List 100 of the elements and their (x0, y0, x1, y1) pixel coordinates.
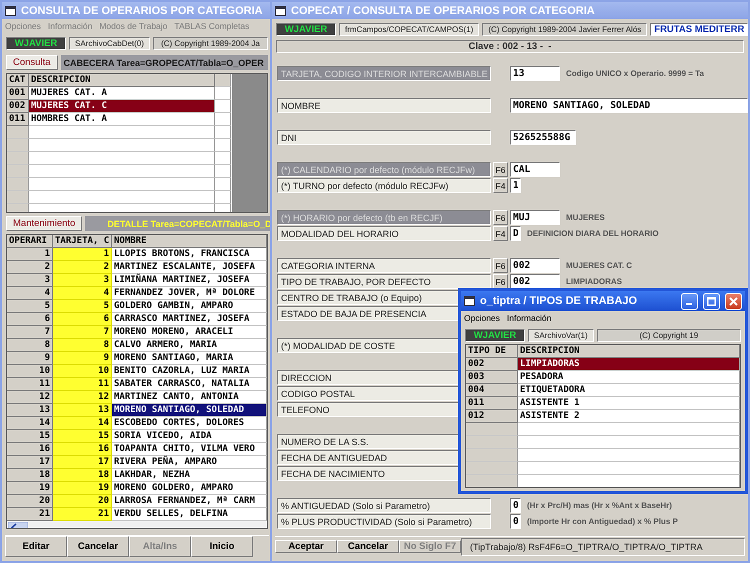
table-cell: 14 (53, 417, 112, 430)
window-icon (275, 6, 286, 16)
table-cell[interactable]: MORENO SANTIAGO, SOLEDAD (112, 404, 267, 417)
table-cell[interactable]: HOMBRES CAT. A (29, 113, 215, 126)
menu-item[interactable]: Información (506, 313, 552, 323)
table-cell[interactable]: MORENO MORENO, ARACELI (112, 326, 267, 339)
row-header[interactable]: 19 (7, 482, 53, 495)
function-key-button[interactable]: F6 (493, 258, 508, 273)
table-cell[interactable]: LARROSA FERNANDEZ, Mª CARM (112, 495, 267, 508)
field-note: LIMPIADORAS (566, 277, 622, 286)
table-cell[interactable]: VERDU SELLES, DELFINA (112, 508, 267, 521)
section-caption: CABECERA Tarea=GROPECAT/Tabla=O_OPER (60, 55, 268, 70)
field-label: (*) HORARIO por defecto (tb en RECJF) (277, 210, 491, 225)
table-cell[interactable]: CALVO ARMERO, MARIA (112, 339, 267, 352)
table-cell[interactable]: MORENO SANTIAGO, MARIA (112, 352, 267, 365)
table-cell[interactable]: MARTINEZ ESCALANTE, JOSEFA (112, 261, 267, 274)
row-header[interactable]: 2 (7, 261, 53, 274)
table-cell[interactable]: PESADORA (518, 371, 740, 384)
function-key-button[interactable]: F4 (493, 178, 508, 193)
table-cell[interactable]: MORENO GOLDERO, AMPARO (112, 482, 267, 495)
row-header[interactable]: 011 (7, 113, 29, 126)
function-key-button[interactable]: F4 (493, 226, 508, 241)
function-key-button[interactable]: F6 (493, 274, 508, 289)
table-cell[interactable]: MUJERES CAT. C (29, 100, 215, 113)
row-header[interactable]: 012 (466, 410, 518, 423)
function-key-button[interactable]: F6 (493, 162, 508, 177)
table-cell[interactable]: LAKHDAR, NEZHA (112, 469, 267, 482)
table-cell[interactable]: FERNANDEZ JOVER, Mª DOLORE (112, 287, 267, 300)
table-cell[interactable]: GOLDERO GAMBIN, AMPARO (112, 300, 267, 313)
row-header[interactable]: 8 (7, 339, 53, 352)
section-tab[interactable]: Consulta (6, 55, 58, 70)
row-header[interactable]: 21 (7, 508, 53, 521)
input-field[interactable]: MORENO SANTIAGO, SOLEDAD (510, 98, 748, 113)
row-header[interactable]: 3 (7, 274, 53, 287)
row-header[interactable]: 6 (7, 313, 53, 326)
row-header[interactable]: 5 (7, 300, 53, 313)
table-cell[interactable]: CARRASCO MARTINEZ, JOSEFA (112, 313, 267, 326)
table-cell[interactable]: LLOPIS BROTONS, FRANCISCA (112, 248, 267, 261)
column-header: NOMBRE (112, 235, 267, 248)
action-button[interactable]: Cancelar (337, 540, 399, 553)
table-cell[interactable]: RIVERA PEÑA, AMPARO (112, 456, 267, 469)
input-field[interactable]: 1 (510, 178, 521, 193)
table-cell[interactable]: ASISTENTE 2 (518, 410, 740, 423)
table-cell[interactable]: MARTINEZ CANTO, ANTONIA (112, 391, 267, 404)
row-header[interactable]: 11 (7, 378, 53, 391)
row-header[interactable]: 011 (466, 397, 518, 410)
table-cell: 8 (53, 339, 112, 352)
section-caption: DETALLE Tarea=COPECAT/Tabla=O_D (85, 216, 272, 231)
copyright-label: (C) Copyright 1989-2004 Javier Ferrer Alós (482, 23, 648, 36)
minimize-button[interactable] (681, 292, 698, 310)
table-cell[interactable]: SABATER CARRASCO, NATALIA (112, 378, 267, 391)
field-label: MODALIDAD DEL HORARIO (277, 226, 491, 241)
input-field[interactable]: 002 (510, 274, 560, 289)
close-button[interactable] (725, 292, 742, 310)
action-button[interactable]: Aceptar (275, 540, 337, 553)
row-header[interactable]: 001 (7, 87, 29, 100)
input-field[interactable]: D (510, 226, 521, 241)
input-field[interactable]: 13 (510, 66, 560, 81)
action-button[interactable]: Editar (5, 536, 67, 557)
maximize-button[interactable] (703, 292, 720, 310)
row-header[interactable]: 18 (7, 469, 53, 482)
action-button[interactable]: Inicio (191, 536, 253, 557)
function-key-button[interactable]: F6 (493, 210, 508, 225)
row-header[interactable]: 004 (466, 384, 518, 397)
row-header[interactable]: 16 (7, 443, 53, 456)
table-cell[interactable]: SORIA VICEDO, AIDA (112, 430, 267, 443)
table-cell[interactable]: TOAPANTA CHITO, VILMA VERO (112, 443, 267, 456)
table-cell[interactable]: ETIQUETADORA (518, 384, 740, 397)
table-cell[interactable]: BENITO CAZORLA, LUZ MARIA (112, 365, 267, 378)
input-field[interactable]: 0 (510, 514, 521, 529)
column-header: DESCRIPCION (29, 74, 215, 87)
table-cell: 17 (53, 456, 112, 469)
row-header[interactable]: 15 (7, 430, 53, 443)
table-cell[interactable]: ESCOBEDO CORTES, DOLORES (112, 417, 267, 430)
field-label: (*) CALENDARIO por defecto (módulo RECJFw) (277, 162, 491, 177)
table-cell[interactable]: MUJERES CAT. A (29, 87, 215, 100)
action-button[interactable]: Cancelar (67, 536, 129, 557)
row-header[interactable]: 10 (7, 365, 53, 378)
input-field[interactable]: CAL (510, 162, 560, 177)
field-note: DEFINICION DIARA DEL HORARIO (527, 229, 659, 238)
table-cell[interactable]: LIMIÑANA MARTINEZ, JOSEFA (112, 274, 267, 287)
row-header[interactable]: 17 (7, 456, 53, 469)
row-header[interactable]: 12 (7, 391, 53, 404)
table-cell[interactable]: ASISTENTE 1 (518, 397, 740, 410)
input-field[interactable]: 526525588G (510, 130, 576, 145)
row-header[interactable]: 20 (7, 495, 53, 508)
row-header[interactable]: 003 (466, 371, 518, 384)
section-tab[interactable]: Mantenimiento (6, 216, 82, 231)
table-cell[interactable]: LIMPIADORAS (518, 358, 740, 371)
input-field[interactable]: MUJ (510, 210, 560, 225)
row-header[interactable]: 4 (7, 287, 53, 300)
row-header[interactable]: 14 (7, 417, 53, 430)
row-header[interactable]: 7 (7, 326, 53, 339)
row-header[interactable]: 13 (7, 404, 53, 417)
row-header[interactable]: 9 (7, 352, 53, 365)
row-header[interactable]: 002 (7, 100, 29, 113)
row-header[interactable]: 1 (7, 248, 53, 261)
input-field[interactable]: 0 (510, 498, 521, 513)
row-header[interactable]: 002 (466, 358, 518, 371)
input-field[interactable]: 002 (510, 258, 560, 273)
